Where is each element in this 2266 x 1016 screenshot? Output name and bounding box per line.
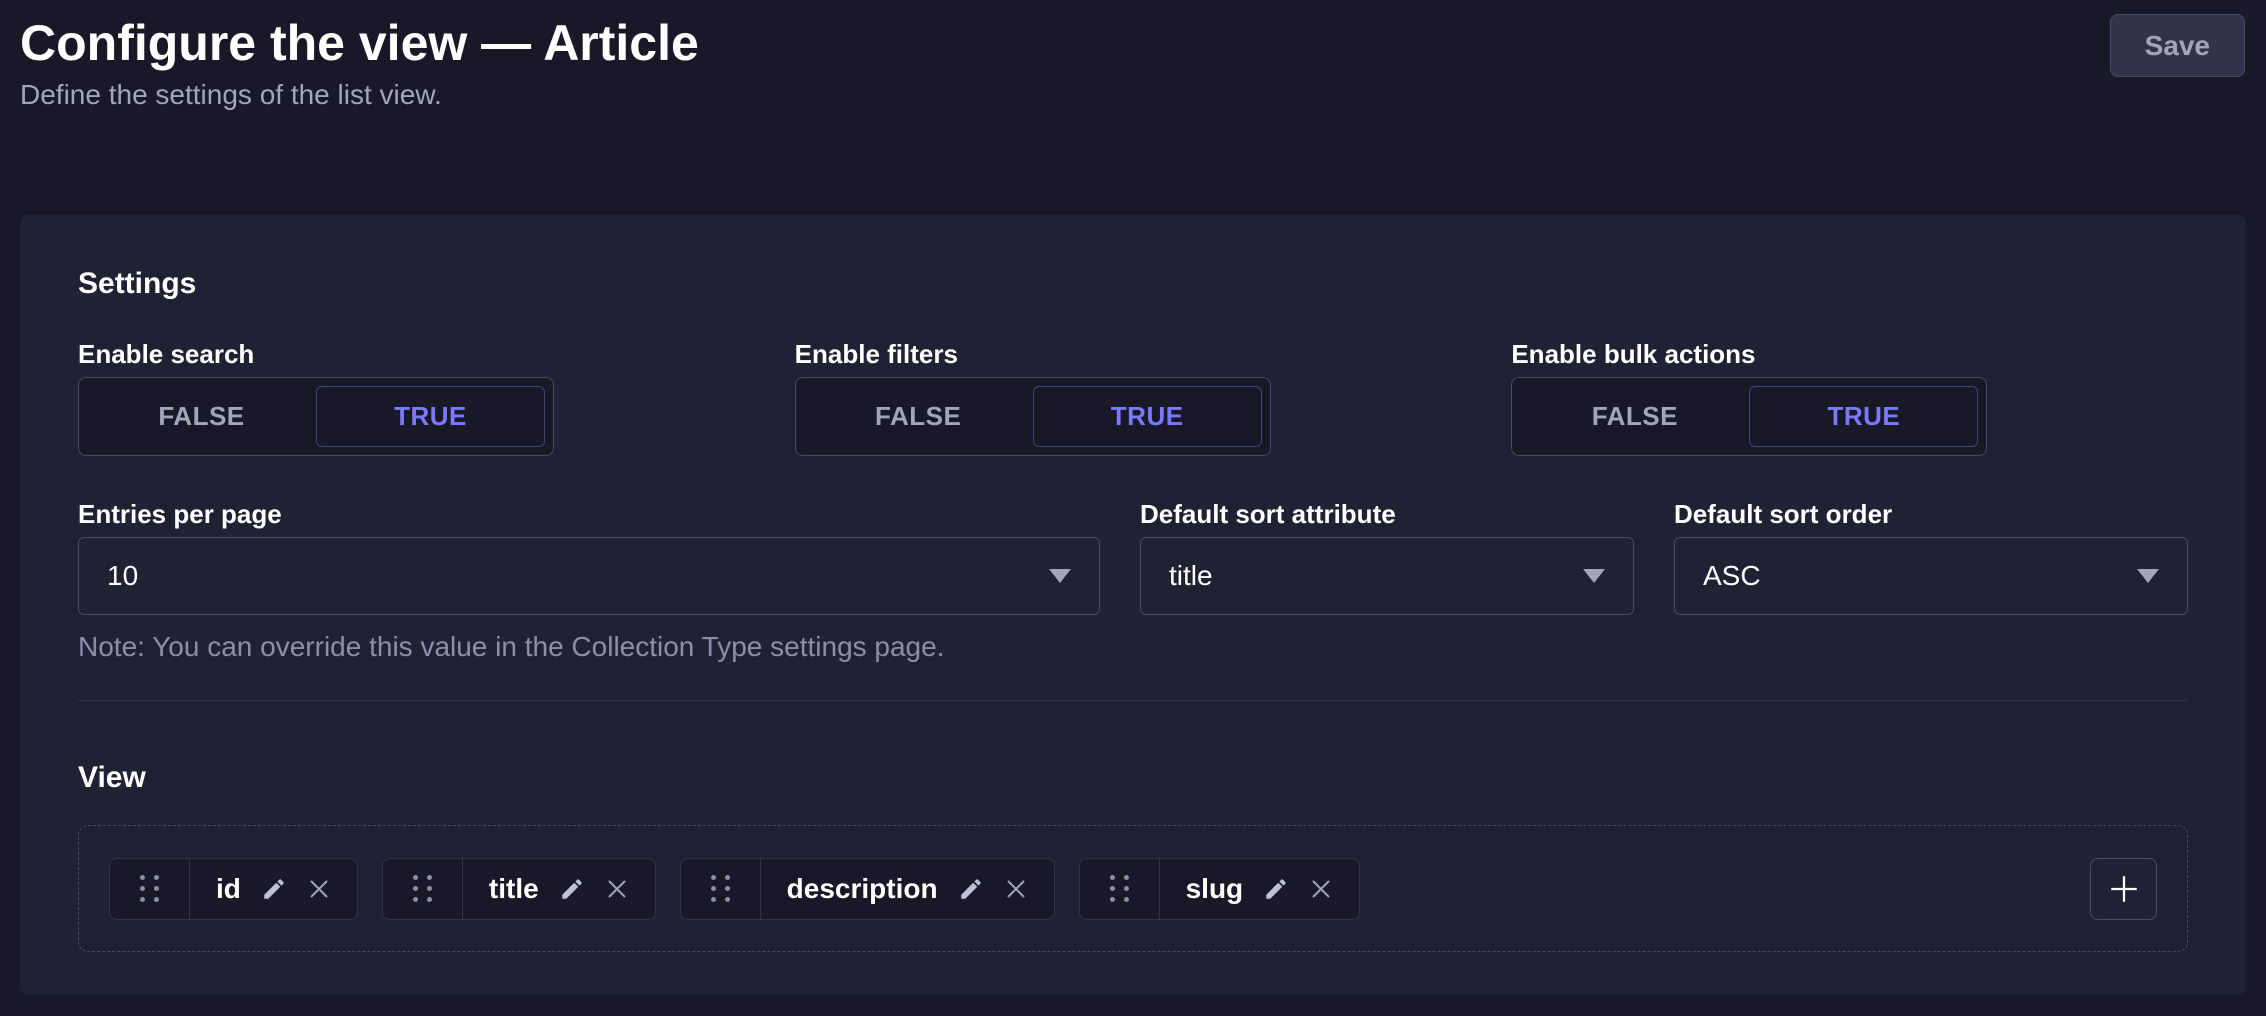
section-divider <box>78 700 2188 701</box>
chevron-down-icon <box>2137 569 2159 583</box>
chevron-down-icon <box>1583 569 1605 583</box>
field-chip-slug[interactable]: slug <box>1079 858 1361 920</box>
chip-label: title <box>489 873 539 905</box>
entries-per-page-note: Note: You can override this value in the… <box>78 630 2188 664</box>
edit-icon[interactable] <box>1263 876 1289 902</box>
edit-icon[interactable] <box>559 876 585 902</box>
chip-label: id <box>216 873 241 905</box>
field-label-enable-filters: Enable filters <box>795 339 1472 369</box>
selects-row: Entries per page 10 Default sort attribu… <box>78 499 2188 615</box>
toggle-option-true[interactable]: TRUE <box>1033 386 1262 447</box>
add-field-button[interactable] <box>2090 858 2157 920</box>
field-enable-search: Enable search FALSE TRUE <box>78 339 755 456</box>
enable-filters-toggle[interactable]: FALSE TRUE <box>795 377 1271 456</box>
enable-search-toggle[interactable]: FALSE TRUE <box>78 377 554 456</box>
chip-body: title <box>463 859 655 919</box>
remove-icon[interactable] <box>307 877 331 901</box>
drag-dots-icon <box>1110 875 1129 902</box>
plus-icon <box>2107 872 2141 906</box>
drag-dots-icon <box>413 875 432 902</box>
chip-label: description <box>787 873 938 905</box>
settings-heading: Settings <box>78 265 2188 303</box>
default-sort-order-select[interactable]: ASC <box>1674 537 2188 615</box>
drag-dots-icon <box>140 875 159 902</box>
drag-handle-icon[interactable] <box>110 859 190 919</box>
field-default-sort-order: Default sort order ASC <box>1674 499 2188 615</box>
toggles-row: Enable search FALSE TRUE Enable filters … <box>78 339 2188 456</box>
drag-handle-icon[interactable] <box>1080 859 1160 919</box>
toggle-option-false[interactable]: FALSE <box>804 386 1033 447</box>
field-chip-id[interactable]: id <box>109 858 358 920</box>
field-label-default-sort-attribute: Default sort attribute <box>1140 499 1634 529</box>
drag-handle-icon[interactable] <box>383 859 463 919</box>
field-enable-filters: Enable filters FALSE TRUE <box>795 339 1472 456</box>
toggle-option-true[interactable]: TRUE <box>1749 386 1978 447</box>
page-subtitle: Define the settings of the list view. <box>20 78 2246 112</box>
edit-icon[interactable] <box>261 876 287 902</box>
field-label-default-sort-order: Default sort order <box>1674 499 2188 529</box>
field-label-enable-bulk-actions: Enable bulk actions <box>1511 339 2188 369</box>
field-label-enable-search: Enable search <box>78 339 755 369</box>
remove-icon[interactable] <box>1004 877 1028 901</box>
chip-body: description <box>761 859 1054 919</box>
select-value: ASC <box>1703 560 1761 592</box>
field-entries-per-page: Entries per page 10 <box>78 499 1100 615</box>
toggle-option-false[interactable]: FALSE <box>1520 386 1749 447</box>
field-enable-bulk-actions: Enable bulk actions FALSE TRUE <box>1511 339 2188 456</box>
enable-bulk-actions-toggle[interactable]: FALSE TRUE <box>1511 377 1987 456</box>
select-value: title <box>1169 560 1213 592</box>
drag-handle-icon[interactable] <box>681 859 761 919</box>
chip-label: slug <box>1186 873 1244 905</box>
chip-body: slug <box>1160 859 1360 919</box>
drag-dots-icon <box>711 875 730 902</box>
settings-panel: Settings Enable search FALSE TRUE Enable… <box>20 215 2246 995</box>
chevron-down-icon <box>1049 569 1071 583</box>
field-list-drop-zone: id title <box>78 825 2188 952</box>
save-button[interactable]: Save <box>2110 14 2245 77</box>
remove-icon[interactable] <box>605 877 629 901</box>
remove-icon[interactable] <box>1309 877 1333 901</box>
default-sort-attribute-select[interactable]: title <box>1140 537 1634 615</box>
toggle-option-true[interactable]: TRUE <box>316 386 545 447</box>
field-chip-title[interactable]: title <box>382 858 656 920</box>
field-chip-description[interactable]: description <box>680 858 1055 920</box>
field-label-entries-per-page: Entries per page <box>78 499 1100 529</box>
entries-per-page-select[interactable]: 10 <box>78 537 1100 615</box>
select-value: 10 <box>107 560 138 592</box>
view-heading: View <box>78 759 2188 797</box>
chip-body: id <box>190 859 357 919</box>
toggle-option-false[interactable]: FALSE <box>87 386 316 447</box>
edit-icon[interactable] <box>958 876 984 902</box>
field-default-sort-attribute: Default sort attribute title <box>1140 499 1634 615</box>
page-title: Configure the view — Article <box>20 14 2246 72</box>
page-header: Configure the view — Article Define the … <box>0 0 2266 215</box>
